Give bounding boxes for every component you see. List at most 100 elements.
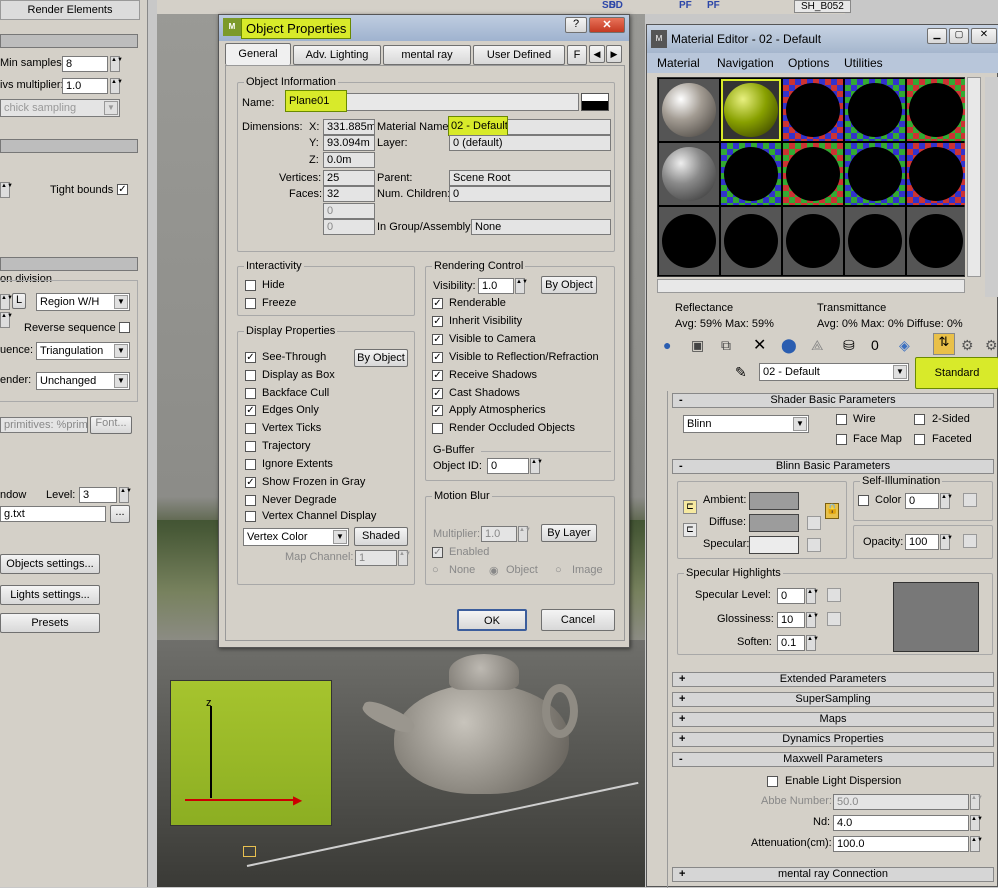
presets-button[interactable]: Presets (0, 613, 100, 633)
close-icon[interactable]: ✕ (589, 17, 625, 33)
self-illum-map-button[interactable] (963, 493, 977, 507)
specular-level-field[interactable]: 0 (777, 588, 805, 604)
object-id-field[interactable]: 0 (487, 458, 529, 474)
help-button[interactable]: ? (565, 17, 587, 33)
material-type-button[interactable]: Standard (915, 357, 998, 389)
material-slot-6[interactable] (659, 143, 719, 205)
menu-utilities[interactable]: Utilities (844, 56, 883, 70)
never-degrade-checkbox[interactable] (245, 495, 256, 506)
object-color-swatch[interactable] (581, 93, 609, 111)
by-object-button[interactable]: By Object (354, 349, 408, 367)
sequence-dropdown[interactable]: Triangulation ▼ (36, 342, 130, 360)
inherit-visibility-checkbox[interactable]: ✓ (432, 316, 443, 327)
objects-settings-button[interactable]: Objects settings... (0, 554, 100, 574)
tab-scroll-left-icon[interactable]: ◀ (589, 45, 605, 63)
lock-icon[interactable]: 🔒 (825, 503, 839, 519)
sampling-dropdown[interactable]: chick sampling ▼ (0, 99, 120, 117)
browse-button[interactable]: ... (110, 505, 130, 523)
glossiness-field[interactable]: 10 (777, 612, 805, 628)
menu-options[interactable]: Options (788, 56, 829, 70)
lock-region-button[interactable]: L (12, 293, 26, 309)
material-editor-titlebar[interactable]: M Material Editor - 02 - Default ▁ ▢ ✕ (647, 25, 998, 53)
diffuse-map-button[interactable] (807, 516, 821, 530)
material-name-dropdown[interactable]: 02 - Default ▼ (759, 363, 909, 381)
supersampling-rollout[interactable]: + SuperSampling (672, 692, 994, 707)
by-layer-button[interactable]: By Layer (541, 524, 597, 542)
edges-only-checkbox[interactable]: ✓ (245, 405, 256, 416)
face-map-checkbox[interactable] (836, 434, 847, 445)
put-library-icon[interactable]: ⛁ (843, 337, 855, 354)
render-occluded-checkbox[interactable] (432, 423, 443, 434)
diffuse-color-swatch[interactable] (749, 514, 799, 532)
light-dispersion-checkbox[interactable] (767, 776, 778, 787)
visible-camera-checkbox[interactable]: ✓ (432, 334, 443, 345)
renderable-checkbox[interactable]: ✓ (432, 298, 443, 309)
reset-icon[interactable]: ✕ (753, 335, 766, 355)
tab-mental-ray[interactable]: mental ray (383, 45, 471, 65)
wire-checkbox[interactable] (836, 414, 847, 425)
maxwell-parameters-rollout[interactable]: - Maxwell Parameters (672, 752, 994, 767)
vertex-color-dropdown[interactable]: Vertex Color ▼ (243, 528, 349, 546)
minimize-icon[interactable]: ▁ (927, 28, 947, 44)
self-illum-value-field[interactable]: 0 (905, 493, 939, 509)
vertex-channel-checkbox[interactable] (245, 511, 256, 522)
dynamics-properties-rollout[interactable]: + Dynamics Properties (672, 732, 994, 747)
render-dropdown[interactable]: Unchanged ▼ (36, 372, 130, 390)
menu-material[interactable]: Material (657, 56, 700, 70)
divs-mult-spinner[interactable]: ▲▼ (110, 78, 123, 94)
min-samples-field[interactable]: 8 (62, 56, 108, 72)
self-illum-spinner[interactable]: ▲▼ (940, 493, 953, 509)
material-slot-10[interactable] (907, 143, 965, 205)
hide-checkbox[interactable] (245, 280, 256, 291)
font-button[interactable]: Font... (90, 416, 132, 434)
tab-scroll-right-icon[interactable]: ▶ (606, 45, 622, 63)
material-slot-5[interactable] (907, 79, 965, 141)
material-slot-2[interactable] (721, 79, 781, 141)
opacity-spinner[interactable]: ▲▼ (940, 534, 953, 550)
log-file-field[interactable]: g.txt (0, 506, 106, 522)
level-field[interactable]: 3 (79, 487, 117, 503)
shaded-button[interactable]: Shaded (354, 527, 408, 546)
blinn-basic-rollout[interactable]: - Blinn Basic Parameters (672, 459, 994, 474)
attenuation-spinner[interactable]: ▲▼ (970, 836, 983, 852)
rollout-bar[interactable] (0, 34, 138, 48)
slot-scrollbar-horizontal[interactable] (657, 279, 965, 293)
maps-rollout[interactable]: + Maps (672, 712, 994, 727)
min-samples-spinner[interactable]: ▲▼ (110, 56, 123, 72)
level-spinner[interactable]: ▲▼ (119, 487, 132, 503)
slot-scrollbar-vertical[interactable] (967, 77, 981, 277)
opacity-map-button[interactable] (963, 534, 977, 548)
material-slot-15[interactable] (907, 207, 965, 275)
material-slot-11[interactable] (659, 207, 719, 275)
bounds-spinner[interactable]: ▲▼ (0, 182, 13, 198)
show-map-icon[interactable]: ◈ (899, 337, 910, 354)
tab-more[interactable]: F (567, 45, 587, 65)
material-slot-9[interactable] (845, 143, 905, 205)
show-end-result-icon[interactable]: ⇅ (933, 333, 955, 355)
menu-navigation[interactable]: Navigation (717, 56, 774, 70)
specular-level-map-button[interactable] (827, 588, 841, 602)
material-id-icon[interactable]: 0 (871, 337, 879, 353)
by-object-button-2[interactable]: By Object (541, 276, 597, 294)
receive-shadows-checkbox[interactable]: ✓ (432, 370, 443, 381)
nd-spinner[interactable]: ▲▼ (970, 815, 983, 831)
material-slot-1[interactable] (659, 79, 719, 141)
specular-color-swatch[interactable] (749, 536, 799, 554)
display-as-box-checkbox[interactable] (245, 370, 256, 381)
go-sibling-icon[interactable]: ⚙ (985, 337, 998, 354)
ambient-color-swatch[interactable] (749, 492, 799, 510)
subdiv-spinner-2[interactable]: ▲▼ (0, 312, 13, 328)
go-parent-icon[interactable]: ⚙ (961, 337, 974, 354)
rollout-bar[interactable] (0, 139, 138, 153)
divs-mult-field[interactable]: 1.0 (62, 78, 108, 94)
freeze-checkbox[interactable] (245, 298, 256, 309)
shader-basic-rollout[interactable]: - Shader Basic Parameters (672, 393, 994, 408)
pf-icon[interactable]: PF (679, 0, 692, 11)
extended-parameters-rollout[interactable]: + Extended Parameters (672, 672, 994, 687)
visibility-field[interactable]: 1.0 (478, 278, 514, 294)
rollout-bar[interactable] (0, 257, 138, 271)
material-slot-14[interactable] (845, 207, 905, 275)
nd-field[interactable]: 4.0 (833, 815, 969, 831)
vertex-ticks-checkbox[interactable] (245, 423, 256, 434)
get-material-icon[interactable]: ● (663, 337, 671, 353)
